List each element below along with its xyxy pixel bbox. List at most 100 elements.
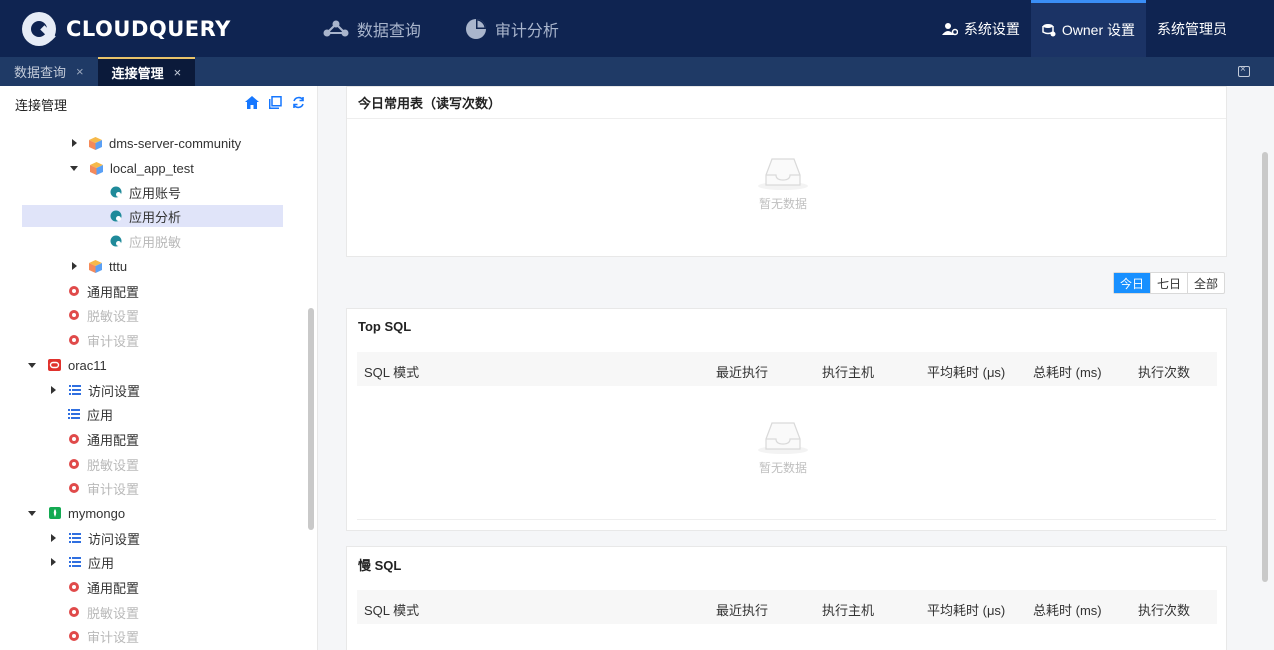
sidebar-title: 连接管理 bbox=[15, 97, 68, 113]
tree-node-label: 通用配置 bbox=[87, 432, 140, 448]
slow-sql-table-header: SQL 模式 最近执行 执行主机 平均耗时 (μs) 总耗时 (ms) 执行次数 bbox=[357, 590, 1217, 624]
home-icon[interactable] bbox=[245, 96, 259, 109]
tree-node-label: orac11 bbox=[68, 357, 107, 373]
collapse-all-icon[interactable] bbox=[269, 96, 282, 109]
app-node-icon bbox=[109, 210, 122, 223]
logo[interactable]: CLOUDQUERY bbox=[22, 11, 231, 46]
tree-node-label: 访问设置 bbox=[88, 531, 141, 547]
close-icon[interactable]: × bbox=[76, 64, 84, 79]
expand-caret-icon[interactable] bbox=[51, 386, 56, 394]
column-header: 平均耗时 (μs) bbox=[927, 603, 1006, 618]
expand-caret-icon[interactable] bbox=[72, 139, 77, 147]
column-header: SQL 模式 bbox=[364, 603, 420, 618]
tree-node-local-app-test[interactable]: local_app_test bbox=[70, 157, 194, 179]
column-header: 最近执行 bbox=[716, 365, 769, 380]
tree-node-label: 脱敏设置 bbox=[87, 457, 140, 473]
tree-node-label: 审计设置 bbox=[87, 333, 140, 349]
panel-title: Top SQL bbox=[358, 318, 412, 334]
column-header: 总耗时 (ms) bbox=[1033, 365, 1102, 380]
tree-node-app[interactable]: 应用 bbox=[67, 403, 113, 425]
tree-node-masking-settings[interactable]: 脱敏设置 bbox=[67, 601, 139, 623]
tree-node-app[interactable]: 应用 bbox=[49, 551, 114, 573]
logo-text: CLOUDQUERY bbox=[66, 16, 231, 41]
tree-node-masking-settings[interactable]: 脱敏设置 bbox=[67, 453, 139, 475]
tree-node-label: 访问设置 bbox=[88, 383, 141, 399]
tree-node-audit-settings[interactable]: 审计设置 bbox=[67, 329, 139, 351]
expand-caret-icon[interactable] bbox=[72, 262, 77, 270]
tree-node-orac11[interactable]: orac11 bbox=[28, 354, 107, 376]
tab-connection-management[interactable]: 连接管理 × bbox=[97, 57, 196, 86]
owner-settings-button[interactable]: Owner 设置 bbox=[1030, 0, 1146, 57]
tree-node-audit-settings[interactable]: 审计设置 bbox=[67, 625, 139, 647]
tree-node-general-config[interactable]: 通用配置 bbox=[67, 428, 139, 450]
column-header: 执行次数 bbox=[1138, 365, 1191, 380]
sidebar-tools bbox=[245, 96, 305, 109]
main-scrollbar[interactable] bbox=[1262, 152, 1268, 582]
close-all-tabs-icon[interactable] bbox=[1238, 64, 1250, 77]
tree-node-access-settings[interactable]: 访问设置 bbox=[49, 379, 140, 401]
column-header: SQL 模式 bbox=[364, 365, 420, 380]
tree-node-tttu[interactable]: tttu bbox=[70, 255, 127, 277]
column-header: 执行主机 bbox=[822, 603, 875, 618]
gear-icon bbox=[67, 482, 80, 495]
cloudquery-logo-icon bbox=[22, 11, 56, 46]
tab-data-query[interactable]: 数据查询 × bbox=[0, 57, 98, 86]
app-node-icon bbox=[109, 186, 122, 199]
empty-inbox-icon bbox=[758, 422, 808, 454]
top-sql-table-header: SQL 模式 最近执行 执行主机 平均耗时 (μs) 总耗时 (ms) 执行次数 bbox=[357, 352, 1217, 386]
time-range-toggle: 今日 七日 全部 bbox=[1113, 272, 1226, 294]
tree-node-masking-settings[interactable]: 脱敏设置 bbox=[67, 304, 139, 326]
gear-icon bbox=[67, 433, 80, 446]
nav-data-query[interactable]: 数据查询 bbox=[323, 17, 421, 41]
oracle-icon bbox=[48, 359, 61, 372]
tree-node-general-config[interactable]: 通用配置 bbox=[67, 280, 139, 302]
top-right-menu: 系统设置 Owner 设置 系统管理员 bbox=[931, 0, 1238, 57]
empty-text: 暂无数据 bbox=[758, 197, 807, 211]
tree-node-app-analysis[interactable]: 应用分析 bbox=[22, 205, 283, 227]
tree-node-access-settings[interactable]: 访问设置 bbox=[49, 527, 140, 549]
tree-node-general-config[interactable]: 通用配置 bbox=[67, 576, 139, 598]
tree-node-label: local_app_test bbox=[110, 160, 194, 176]
column-header: 执行次数 bbox=[1138, 603, 1191, 618]
tree-node-label: 应用账号 bbox=[129, 185, 182, 201]
collapse-caret-icon[interactable] bbox=[28, 510, 36, 516]
range-seven-days-button[interactable]: 七日 bbox=[1151, 273, 1189, 293]
tree-node-app-account[interactable]: 应用账号 bbox=[109, 181, 181, 203]
tree-node-label: 审计设置 bbox=[87, 629, 140, 645]
column-header: 平均耗时 (μs) bbox=[927, 365, 1006, 380]
expand-caret-icon[interactable] bbox=[51, 558, 56, 566]
list-icon bbox=[68, 556, 81, 569]
admin-user-label: 系统管理员 bbox=[1157, 20, 1227, 37]
collapse-caret-icon[interactable] bbox=[28, 362, 36, 368]
tree-node-label: 应用 bbox=[87, 407, 114, 423]
tree-node-mymongo[interactable]: mymongo bbox=[28, 502, 125, 524]
tree-node-dms-server-community[interactable]: dms-server-community bbox=[70, 132, 241, 154]
tree-node-app-masking[interactable]: 应用脱敏 bbox=[109, 230, 181, 252]
admin-user-menu[interactable]: 系统管理员 bbox=[1146, 0, 1238, 57]
column-header: 执行主机 bbox=[822, 365, 875, 380]
nav-audit-analysis[interactable]: 审计分析 bbox=[465, 17, 559, 41]
collapse-caret-icon[interactable] bbox=[70, 165, 78, 171]
range-all-button[interactable]: 全部 bbox=[1188, 273, 1224, 293]
tree-node-label: mymongo bbox=[68, 505, 126, 521]
cube-icon bbox=[90, 161, 103, 175]
tree-node-label: dms-server-community bbox=[109, 135, 242, 151]
tree-node-label: 脱敏设置 bbox=[87, 308, 140, 324]
close-icon[interactable]: × bbox=[174, 65, 182, 80]
range-today-button[interactable]: 今日 bbox=[1114, 273, 1152, 293]
tree-node-label: 应用 bbox=[88, 555, 115, 571]
gear-icon bbox=[67, 285, 80, 298]
main-content: 今日常用表（读写次数） 暂无数据 今日 七日 全部 Top SQL SQL 模式… bbox=[318, 86, 1274, 650]
gear-icon bbox=[67, 309, 80, 322]
expand-caret-icon[interactable] bbox=[51, 534, 56, 542]
sidebar-scrollbar[interactable] bbox=[308, 308, 314, 530]
owner-settings-label: Owner 设置 bbox=[1061, 22, 1135, 38]
pie-chart-icon bbox=[465, 18, 486, 39]
tree-node-audit-settings[interactable]: 审计设置 bbox=[67, 477, 139, 499]
refresh-icon[interactable] bbox=[292, 96, 305, 109]
connection-tree: dms-server-community local_app_test 应用账号… bbox=[0, 122, 304, 650]
users-settings-icon bbox=[941, 22, 958, 35]
tree-node-label: tttu bbox=[109, 258, 128, 274]
tree-node-label: 应用分析 bbox=[129, 209, 182, 225]
system-settings-button[interactable]: 系统设置 bbox=[931, 0, 1031, 57]
